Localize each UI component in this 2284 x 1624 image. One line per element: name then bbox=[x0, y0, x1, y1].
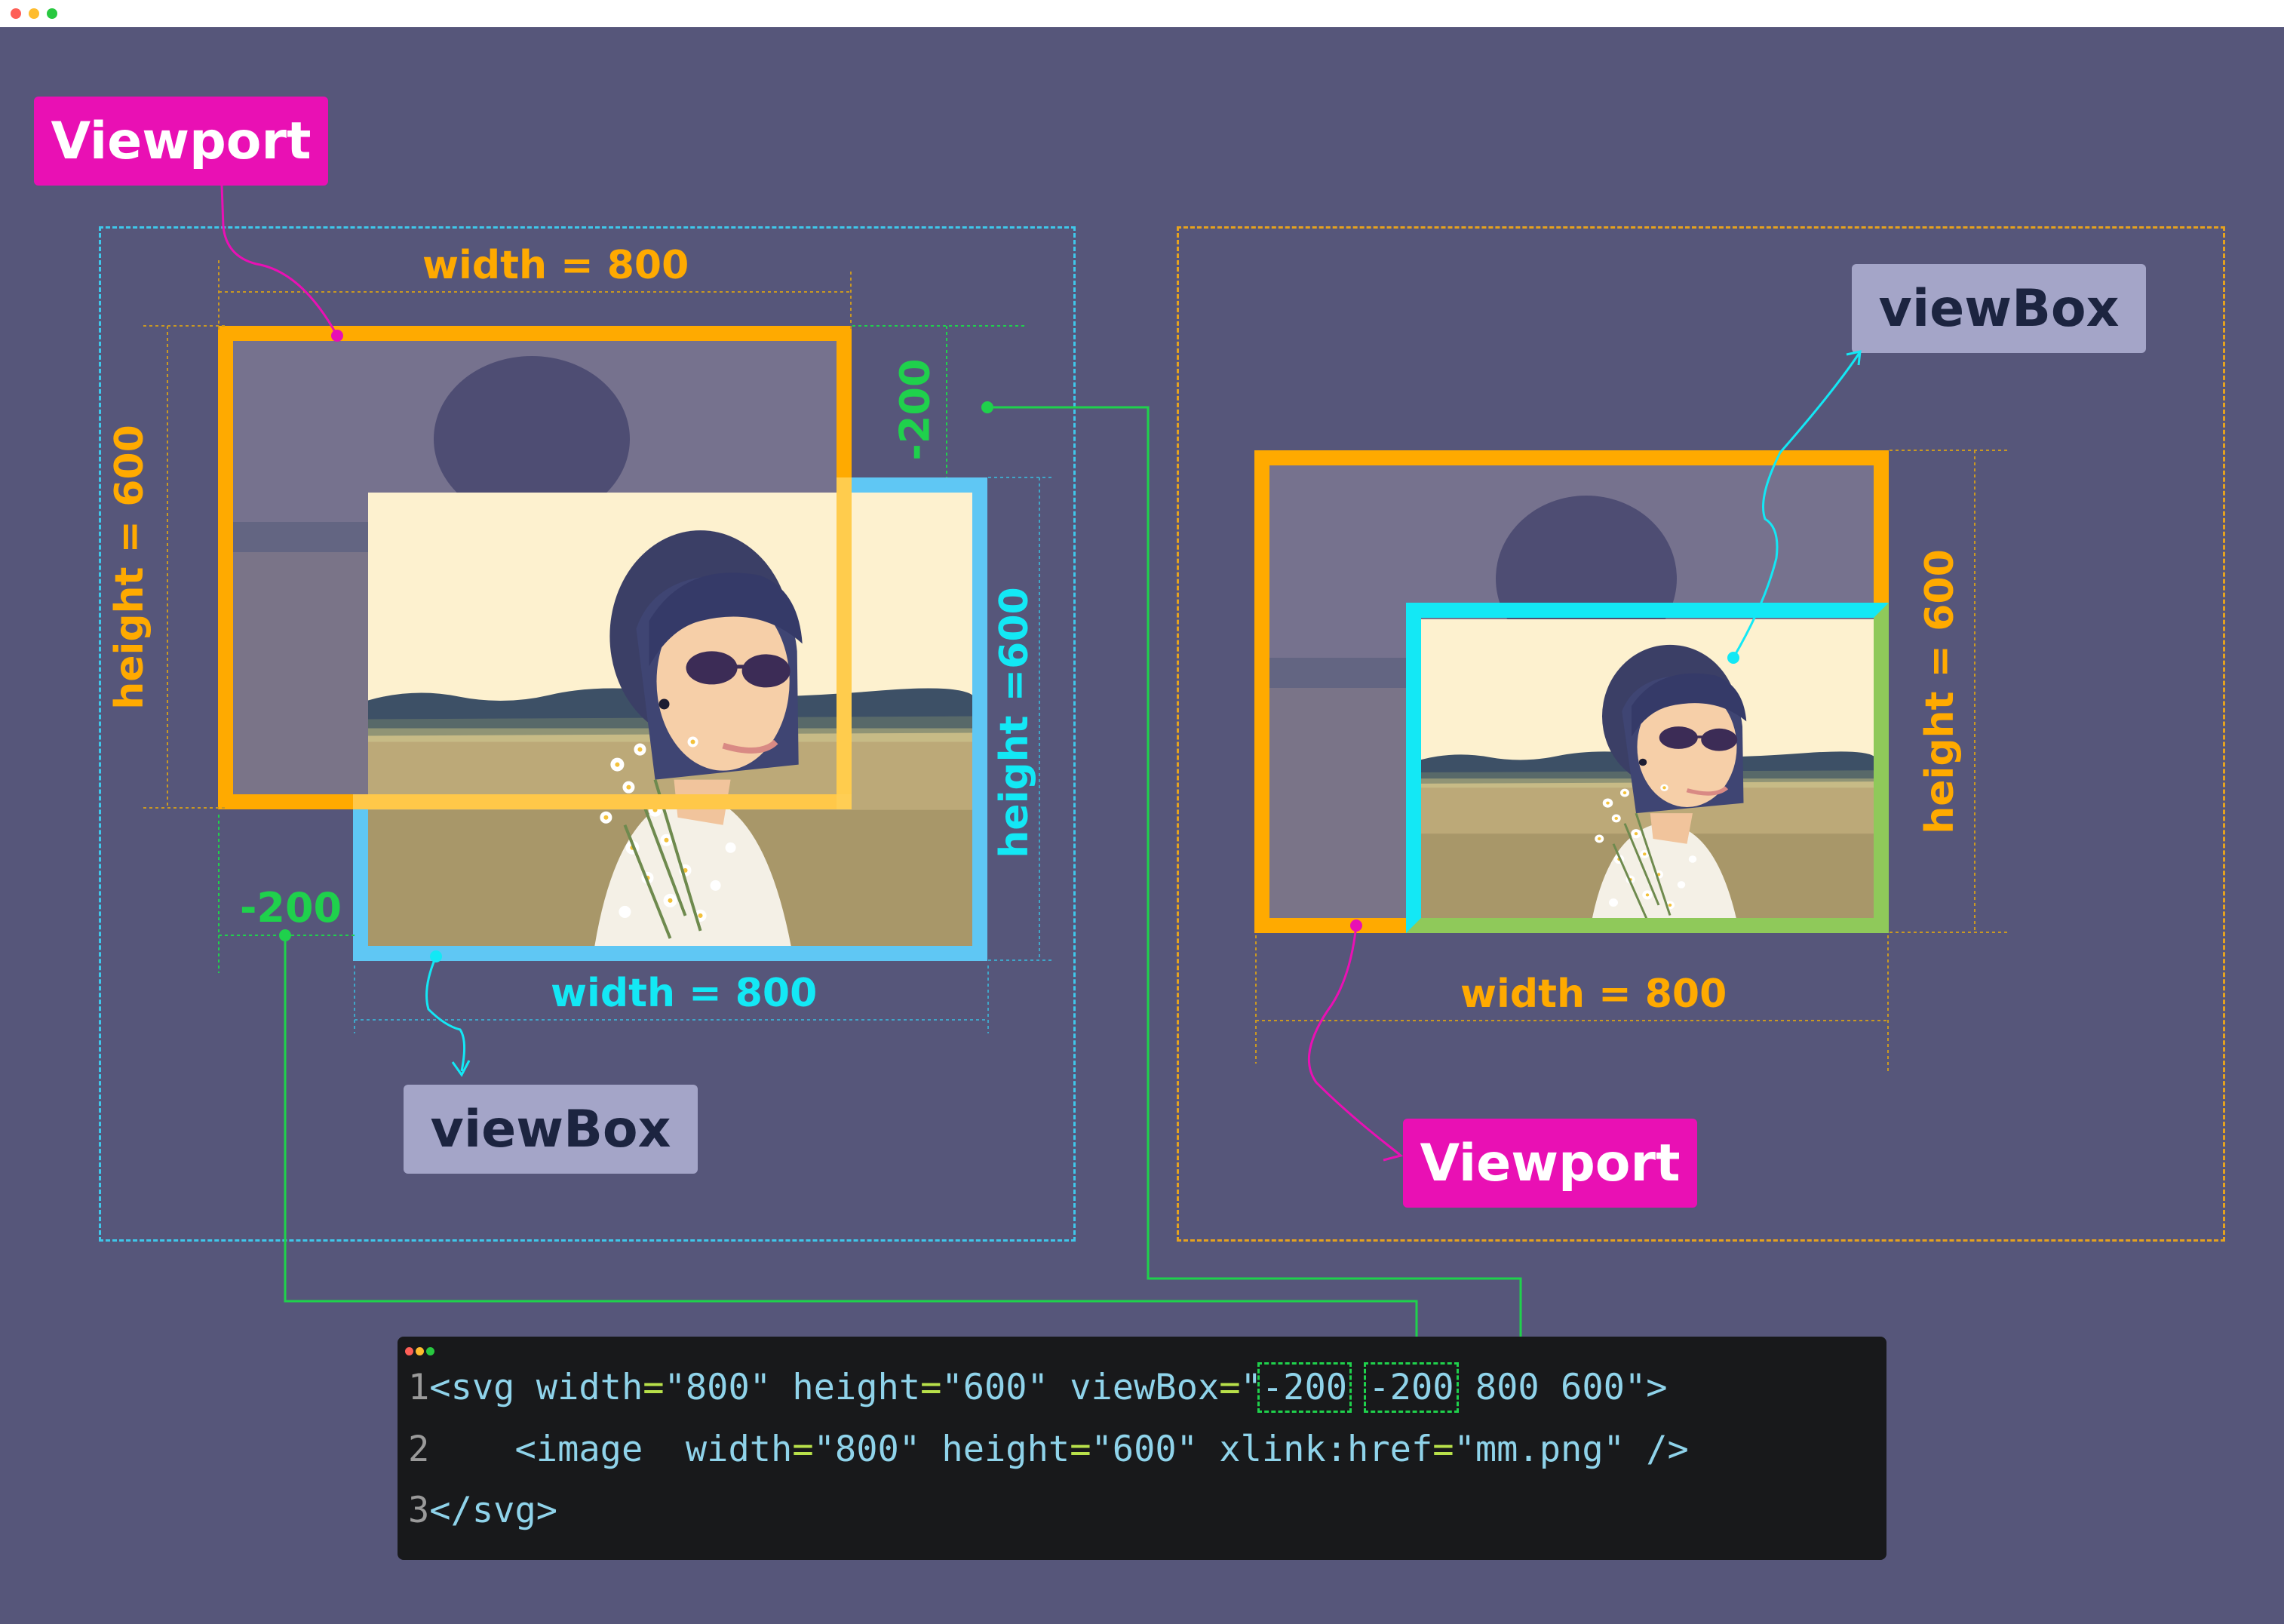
code-token: 800 600"> bbox=[1454, 1367, 1668, 1408]
code-token: xlink:href bbox=[1219, 1429, 1433, 1470]
code-line: 3</svg> bbox=[408, 1490, 557, 1531]
code-token: = bbox=[643, 1367, 665, 1408]
code-line: 2 <image width="800" height="600" xlink:… bbox=[408, 1429, 1689, 1470]
code-block: 1<svg width="800" height="600" viewBox="… bbox=[398, 1337, 1886, 1560]
code-token: height bbox=[941, 1429, 1070, 1470]
line-number: 1 bbox=[408, 1367, 430, 1408]
code-token: "600" bbox=[941, 1367, 1070, 1408]
highlighted-offset: -200 bbox=[1257, 1362, 1352, 1413]
code-token: "800" bbox=[664, 1367, 793, 1408]
code-token: </svg> bbox=[429, 1490, 558, 1531]
code-zoom-dot-icon bbox=[426, 1347, 434, 1355]
code-token: = bbox=[1070, 1429, 1091, 1470]
code-token: " bbox=[1240, 1367, 1262, 1408]
code-token: "800" bbox=[813, 1429, 942, 1470]
code-token: "600" bbox=[1091, 1429, 1220, 1470]
code-line: 1<svg width="800" height="600" viewBox="… bbox=[408, 1362, 1668, 1413]
window: width = 800 height = 600 width = 800 hei… bbox=[0, 0, 2284, 1624]
line-number: 3 bbox=[408, 1490, 430, 1531]
code-token: width bbox=[685, 1429, 793, 1470]
code-token: viewBox bbox=[1070, 1367, 1220, 1408]
code-token: width bbox=[536, 1367, 643, 1408]
line-number: 2 bbox=[408, 1429, 430, 1470]
code-token: height bbox=[792, 1367, 921, 1408]
code-token: = bbox=[920, 1367, 942, 1408]
code-token: <image bbox=[429, 1429, 686, 1470]
code-token: "mm.png" /> bbox=[1454, 1429, 1689, 1470]
code-token: <svg bbox=[429, 1367, 536, 1408]
highlighted-offset: -200 bbox=[1364, 1362, 1459, 1413]
code-token: = bbox=[792, 1429, 814, 1470]
code-minimize-dot-icon bbox=[416, 1347, 424, 1355]
code-close-dot-icon bbox=[405, 1347, 413, 1355]
code-token: = bbox=[1219, 1367, 1241, 1408]
code-token: = bbox=[1432, 1429, 1454, 1470]
